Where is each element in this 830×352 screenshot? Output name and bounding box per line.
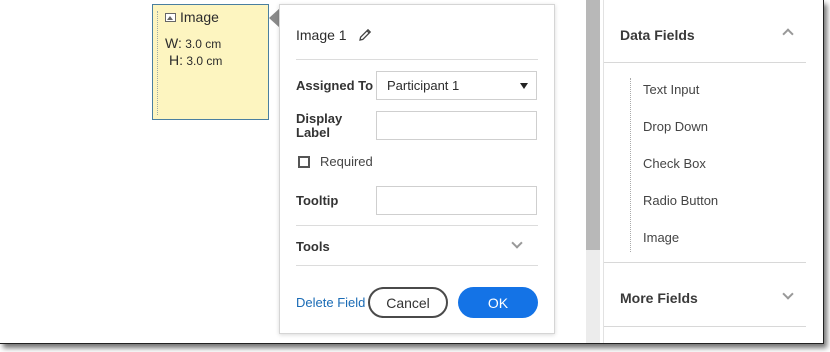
divider [604,62,806,63]
app-window: Image W: 3.0 cm H: 3.0 cm Image 1 Assign… [0,0,824,344]
sidebar-item-drop-down[interactable]: Drop Down [643,119,708,134]
chevron-down-icon[interactable] [511,237,523,249]
image-field-header: Image [165,9,219,25]
display-label-line1: Display [296,111,343,126]
data-fields-header[interactable]: Data Fields [620,27,695,43]
image-field[interactable]: Image W: 3.0 cm H: 3.0 cm [152,4,269,120]
field-properties-popover: Image 1 Assigned To Participant 1 Displa… [279,4,555,334]
required-checkbox[interactable] [298,155,310,168]
required-row[interactable]: Required [298,154,373,169]
divider [296,59,538,60]
chevron-up-icon[interactable] [782,28,794,40]
caret-down-icon [520,83,528,89]
tools-label[interactable]: Tools [296,240,330,254]
sidebar-item-check-box[interactable]: Check Box [643,156,706,171]
display-label-line2: Label [296,125,330,140]
width-value: 3.0 cm [185,37,222,51]
divider [604,326,806,327]
sidebar-item-text-input[interactable]: Text Input [643,82,699,97]
required-label: Required [320,154,373,169]
divider [604,262,806,263]
fields-sidebar: Data Fields Text Input Drop Down Check B… [603,0,823,343]
field-name: Image 1 [296,27,347,43]
sidebar-item-radio-button[interactable]: Radio Button [643,193,718,208]
height-value: 3.0 cm [186,54,223,68]
tooltip-input[interactable] [376,186,537,215]
height-label: H: [169,52,183,68]
tooltip-label: Tooltip [296,193,339,208]
assigned-to-value: Participant 1 [387,78,460,93]
image-icon [165,12,176,22]
pencil-icon[interactable] [357,27,373,43]
field-guide-line [157,11,158,115]
field-title-row: Image 1 [296,27,373,43]
ok-button[interactable]: OK [458,287,538,318]
more-fields-header[interactable]: More Fields [620,290,698,306]
divider [296,225,538,226]
scrollbar-thumb[interactable] [586,0,600,250]
sidebar-item-image[interactable]: Image [643,230,679,245]
image-field-title: Image [180,9,219,25]
assigned-to-label: Assigned To [296,78,374,93]
width-readout: W: 3.0 cm [165,35,221,51]
width-label: W: [165,35,182,51]
cancel-button[interactable]: Cancel [368,287,448,318]
height-readout: H: 3.0 cm [169,52,222,68]
data-fields-list: Text Input Drop Down Check Box Radio But… [630,78,718,252]
delete-field-link[interactable]: Delete Field [296,295,365,310]
assigned-to-select[interactable]: Participant 1 [376,71,537,100]
divider [296,265,538,266]
chevron-down-icon[interactable] [782,288,794,300]
display-label-label: Display Label [296,112,342,140]
display-label-input[interactable] [376,111,537,140]
